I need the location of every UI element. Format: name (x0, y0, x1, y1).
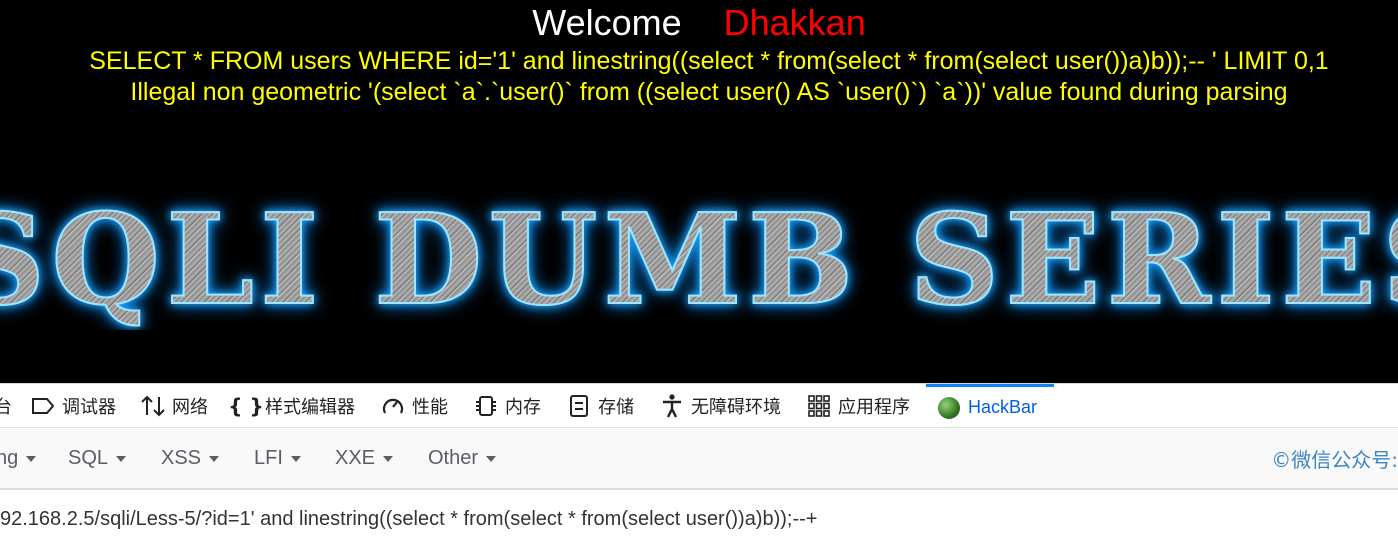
welcome-message: Welcome Dhakkan (0, 2, 1398, 44)
performance-icon (380, 393, 406, 419)
hackbar-icon (936, 395, 962, 421)
wechat-account-label: ©微信公众号: (1271, 447, 1398, 472)
tab-performance[interactable]: 性能 (380, 384, 448, 428)
chevron-down-icon (116, 456, 127, 462)
tab-label: 存储 (598, 397, 634, 418)
tab-network[interactable]: 网络 (140, 384, 208, 428)
tab-label: 应用程序 (838, 397, 910, 418)
welcome-label: Welcome (532, 2, 682, 43)
menu-label: XSS (161, 446, 202, 469)
web-page-content: Welcome Dhakkan SELECT * FROM users WHERE… (0, 0, 1398, 383)
chevron-down-icon (209, 456, 220, 462)
application-icon (806, 393, 832, 419)
devtools-tab-bar: 台 调试器 网络 { } 样式编辑器 性能 内存 存储 无障碍环境 应用程序 H… (0, 383, 1398, 428)
tab-label: 无障碍环境 (691, 397, 781, 418)
menu-label: LFI (254, 446, 283, 469)
tab-console[interactable]: 台 (0, 384, 12, 428)
network-icon (140, 393, 166, 419)
sql-query-text: SELECT * FROM users WHERE id='1' and lin… (89, 47, 1329, 75)
series-banner-image: SQLI DUMB SERIES-5 (0, 190, 1398, 330)
banner-text: SQLI DUMB SERIES-5 (0, 190, 1398, 330)
chevron-down-icon (383, 456, 394, 462)
style-editor-icon: { } (228, 394, 264, 418)
tab-style-editor[interactable]: { } 样式编辑器 (228, 384, 355, 428)
tab-debugger[interactable]: 调试器 (30, 384, 116, 428)
tab-storage[interactable]: 存储 (566, 384, 634, 428)
tab-label: 网络 (172, 397, 208, 418)
menu-label: SQL (68, 446, 109, 469)
menu-xxe[interactable]: XXE (335, 428, 394, 488)
chevron-down-icon (486, 456, 497, 462)
menu-encoding[interactable]: ng (0, 428, 37, 488)
storage-icon (566, 393, 592, 419)
menu-xss[interactable]: XSS (161, 428, 220, 488)
chevron-down-icon (26, 456, 37, 462)
tab-label: HackBar (968, 397, 1038, 417)
tab-hackbar[interactable]: HackBar (926, 384, 1054, 428)
debugger-icon (30, 393, 56, 419)
tab-label: 台 (0, 397, 12, 418)
menu-label: ng (0, 446, 19, 469)
tab-label: 调试器 (62, 397, 116, 418)
hackbar-menu-bar: ng SQL XSS LFI XXE Other ©微信公众号: (0, 428, 1398, 490)
menu-lfi[interactable]: LFI (254, 428, 301, 488)
tab-accessibility[interactable]: 无障碍环境 (659, 384, 781, 428)
tab-memory[interactable]: 内存 (473, 384, 541, 428)
menu-sql[interactable]: SQL (68, 428, 127, 488)
chevron-down-icon (290, 456, 301, 462)
tab-application[interactable]: 应用程序 (806, 384, 910, 428)
url-text: 92.168.2.5/sqli/Less-5/?id=1' and linest… (0, 508, 818, 530)
user-name: Dhakkan (723, 2, 866, 43)
memory-icon (473, 393, 499, 419)
menu-label: Other (428, 446, 479, 469)
accessibility-icon (659, 393, 685, 419)
tab-label: 样式编辑器 (265, 397, 355, 418)
hackbar-url-field[interactable]: 92.168.2.5/sqli/Less-5/?id=1' and linest… (0, 490, 1398, 552)
tab-label: 性能 (412, 397, 448, 418)
menu-label: XXE (335, 446, 376, 469)
tab-label: 内存 (505, 397, 541, 418)
menu-other[interactable]: Other (428, 428, 497, 488)
sql-error-text: Illegal non geometric '(select `a`.`user… (130, 78, 1288, 106)
